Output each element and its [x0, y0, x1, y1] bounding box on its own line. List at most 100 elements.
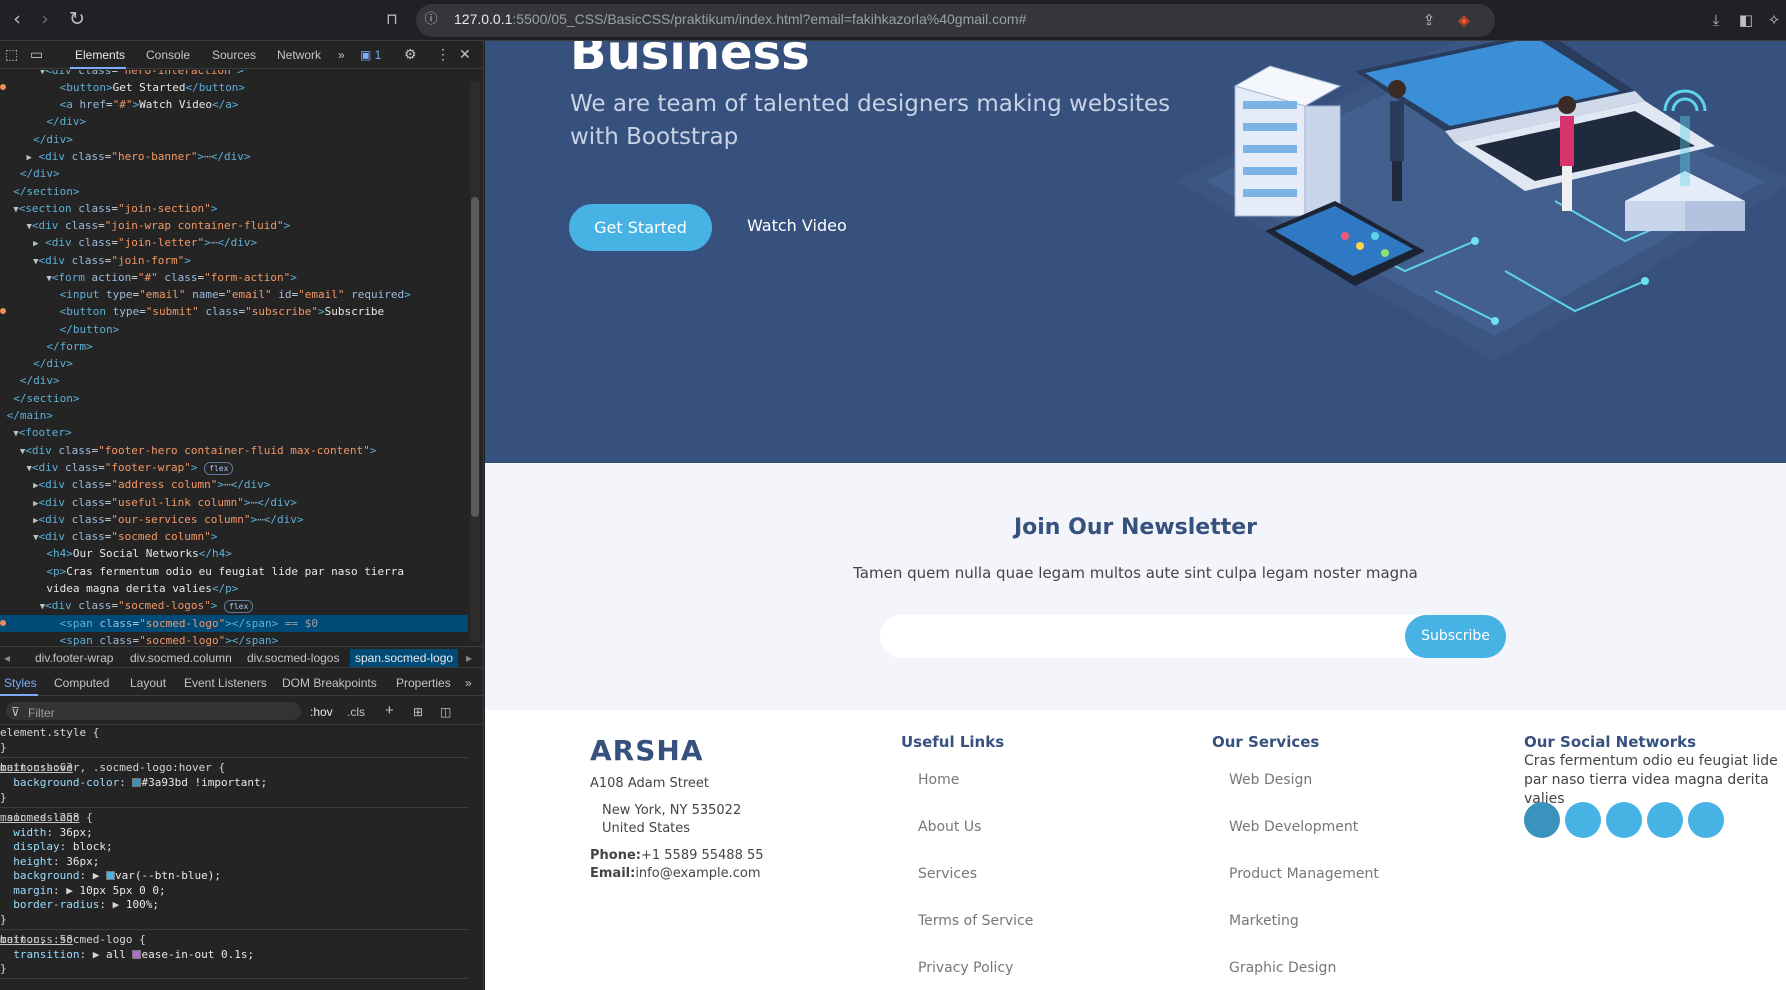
get-started-button[interactable]: Get Started [569, 204, 712, 251]
dom-line[interactable]: <p>Cras fermentum odio eu feugiat lide p… [0, 563, 468, 580]
rule-declaration[interactable]: background-color: #3a93bd !important; [0, 776, 468, 791]
subscribe-button[interactable]: Subscribe [1405, 615, 1506, 658]
tab-styles[interactable]: Styles [4, 676, 37, 690]
dom-line[interactable]: </div> [0, 372, 468, 389]
dom-line[interactable]: <input type="email" name="email" id="ema… [0, 286, 468, 303]
share-icon[interactable]: ⇪ [1418, 10, 1440, 30]
breadcrumb-item-active[interactable]: span.socmed-logo [350, 649, 459, 667]
dom-line[interactable]: </div> [0, 165, 468, 182]
cls-toggle[interactable]: .cls [347, 705, 365, 719]
paint-icon[interactable]: ⊞ [413, 705, 423, 719]
rule-source-link[interactable]: main.css:258 [0, 811, 468, 826]
more-options-icon[interactable]: ⋮ [436, 46, 450, 63]
footer-link-privacy[interactable]: Privacy Policy [918, 960, 1013, 976]
dom-line[interactable]: </section> [0, 390, 468, 407]
tab-computed[interactable]: Computed [54, 676, 109, 690]
download-icon[interactable]: ⤓ [1705, 10, 1727, 30]
rule-source-link[interactable]: main.css:63 [0, 761, 468, 776]
settings-icon[interactable]: ⚙ [404, 46, 417, 63]
dom-line[interactable]: ▼<div class="footer-hero container-fluid… [0, 442, 468, 459]
rule-declaration[interactable]: background: ▶ var(--btn-blue); [0, 869, 468, 884]
rule-source-link[interactable]: main.css:58 [0, 933, 468, 948]
dom-line[interactable]: ▶ <div class="join-letter">⋯</div> [0, 234, 468, 251]
hov-toggle[interactable]: :hov [310, 705, 333, 719]
service-link[interactable]: Graphic Design [1229, 960, 1336, 976]
dom-line[interactable]: ▶<div class="useful-link column">⋯</div> [0, 494, 468, 511]
rule-declaration[interactable]: border-radius: ▶ 100%; [0, 898, 468, 913]
rule-element-style[interactable]: element.style { [0, 726, 468, 741]
dom-line[interactable]: </form> [0, 338, 468, 355]
dom-line[interactable]: ▼<div class="socmed column"> [0, 528, 468, 545]
rule-declaration[interactable]: margin: ▶ 10px 5px 0 0; [0, 884, 468, 899]
dom-line[interactable]: ▼<div class="join-wrap container-fluid"> [0, 217, 468, 234]
bookmark-icon[interactable]: ⊓ [381, 8, 403, 30]
dom-line[interactable]: </button> [0, 321, 468, 338]
new-rule-icon[interactable]: + [385, 702, 394, 719]
brave-shields-icon[interactable]: ◈ [1453, 10, 1475, 30]
close-devtools-icon[interactable]: ✕ [459, 46, 471, 63]
dom-line[interactable]: <button>Get Started</button> [0, 79, 468, 96]
breadcrumb-item[interactable]: div.socmed-logos [247, 651, 339, 665]
footer-link-terms[interactable]: Terms of Service [918, 913, 1033, 929]
service-link[interactable]: Marketing [1229, 913, 1299, 929]
social-icon[interactable] [1565, 802, 1601, 838]
rule-declaration[interactable]: display: block; [0, 840, 468, 855]
rule-declaration[interactable]: width: 36px; [0, 826, 468, 841]
issues-icon[interactable]: ▣ 1 [360, 48, 381, 62]
rule-declaration[interactable]: height: 36px; [0, 855, 468, 870]
dom-line[interactable]: ▼<section class="join-section"> [0, 200, 468, 217]
dom-line[interactable]: ▶<div class="address column">⋯</div> [0, 476, 468, 493]
dom-line[interactable]: ▶<div class="our-services column">⋯</div… [0, 511, 468, 528]
dom-line[interactable]: ▼<footer> [0, 424, 468, 441]
dom-scrollbar[interactable] [470, 82, 480, 642]
tab-sources[interactable]: Sources [212, 48, 256, 62]
sidebar-icon[interactable]: ◫ [440, 705, 451, 719]
footer-link-home[interactable]: Home [918, 772, 959, 788]
tab-network[interactable]: Network [277, 48, 321, 62]
back-icon[interactable]: ‹ [6, 8, 28, 30]
dom-line[interactable]: ▼<div class="join-form"> [0, 252, 468, 269]
service-link[interactable]: Web Design [1229, 772, 1312, 788]
social-icon[interactable] [1524, 802, 1560, 838]
forward-icon[interactable]: › [34, 8, 56, 30]
device-toolbar-icon[interactable]: ▭ [30, 46, 43, 63]
footer-link-services[interactable]: Services [918, 866, 977, 882]
sidebar-toggle-icon[interactable]: ◧ [1735, 10, 1757, 30]
breadcrumb-item[interactable]: div.socmed.column [130, 651, 232, 665]
dom-line[interactable]: <a href="#">Watch Video</a> [0, 96, 468, 113]
inspect-element-icon[interactable]: ⬚ [5, 46, 18, 63]
breadcrumb-scroll-right-icon[interactable]: ▸ [466, 651, 472, 665]
dom-line-selected[interactable]: <span class="socmed-logo"></span> == $0 [0, 615, 468, 632]
dom-line[interactable]: </div> [0, 131, 468, 148]
dom-line[interactable]: </div> [0, 355, 468, 372]
dom-line[interactable]: </div> [0, 113, 468, 130]
dom-line[interactable]: ▼<div class="socmed-logos"> flex [0, 597, 468, 614]
dom-line[interactable]: </section> [0, 183, 468, 200]
service-link[interactable]: Web Development [1229, 819, 1358, 835]
dom-line[interactable]: ▶ <div class="hero-banner">⋯</div> [0, 148, 468, 165]
reload-icon[interactable]: ↻ [66, 8, 88, 30]
dom-line[interactable]: <button type="submit" class="subscribe">… [0, 303, 468, 320]
social-icon[interactable] [1606, 802, 1642, 838]
dom-line[interactable]: ▼<form action="#" class="form-action"> [0, 269, 468, 286]
tab-properties[interactable]: Properties [396, 676, 451, 690]
leo-ai-icon[interactable]: ✧ [1763, 10, 1785, 30]
footer-link-about[interactable]: About Us [918, 819, 981, 835]
scrollbar-thumb[interactable] [471, 197, 479, 517]
footer-brand[interactable]: ARSHA [590, 734, 704, 767]
flex-badge[interactable]: flex [204, 461, 234, 475]
flex-badge[interactable]: flex [224, 599, 254, 613]
email-input[interactable] [880, 615, 1448, 658]
service-link[interactable]: Product Management [1229, 866, 1379, 882]
tab-console[interactable]: Console [146, 48, 190, 62]
tab-elements[interactable]: Elements [75, 48, 125, 62]
dom-line[interactable]: ▼<div class="hero-interaction"> [0, 70, 468, 79]
watch-video-link[interactable]: Watch Video [747, 216, 847, 235]
color-swatch[interactable] [105, 871, 115, 880]
tab-layout[interactable]: Layout [130, 676, 166, 690]
breadcrumb-scroll-left-icon[interactable]: ◂ [4, 651, 10, 665]
site-info-icon[interactable]: ⓘ [420, 10, 442, 30]
dom-line[interactable]: <h4>Our Social Networks</h4> [0, 545, 468, 562]
dom-line[interactable]: </main> [0, 407, 468, 424]
social-icon[interactable] [1647, 802, 1683, 838]
